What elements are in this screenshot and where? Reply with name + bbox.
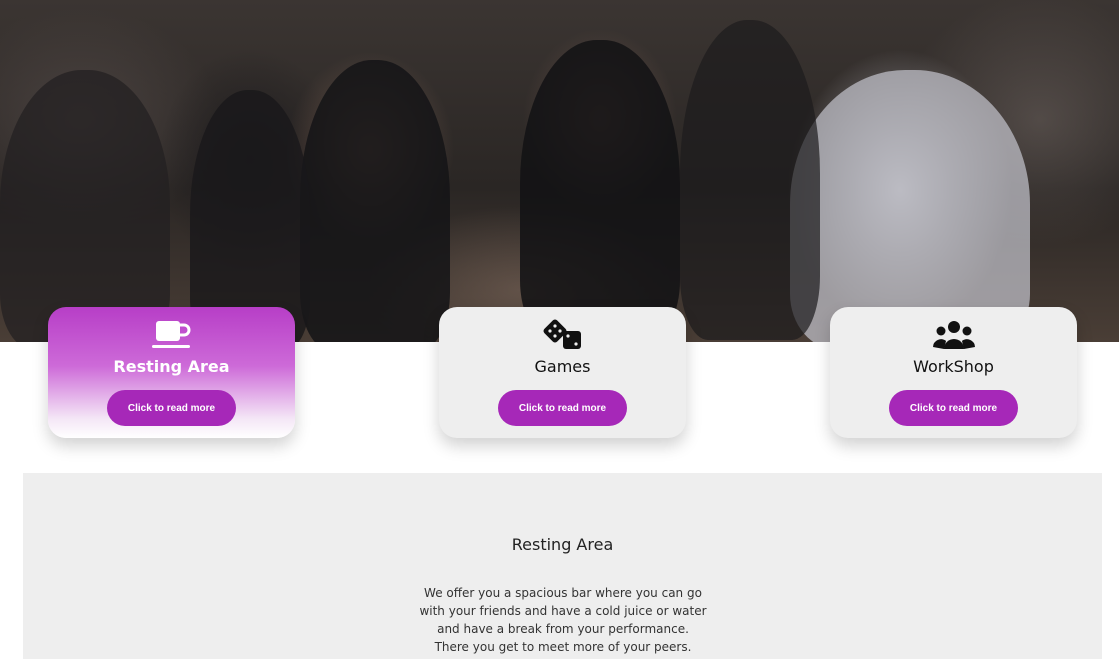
users-group-icon xyxy=(932,321,975,349)
panel-description: We offer you a spacious bar where you ca… xyxy=(403,584,723,656)
page: Resting Area Click to read more Games Cl… xyxy=(0,0,1119,659)
info-panel: Resting Area We offer you a spacious bar… xyxy=(23,473,1102,659)
card-workshop[interactable]: WorkShop Click to read more xyxy=(830,307,1077,438)
card-title: Games xyxy=(534,357,591,376)
panel-text-line: and have a break from your performance. xyxy=(437,622,689,636)
card-title: Resting Area xyxy=(113,357,230,376)
dice-icon xyxy=(543,319,581,349)
panel-text-line: We offer you a spacious bar where you ca… xyxy=(424,586,702,600)
dancer-figure xyxy=(190,90,310,342)
read-more-button[interactable]: Click to read more xyxy=(107,390,236,426)
dancer-figure xyxy=(520,40,680,340)
dancer-figure xyxy=(300,60,450,342)
panel-title: Resting Area xyxy=(511,535,614,554)
coffee-cup-icon xyxy=(151,321,190,348)
audience-figure xyxy=(0,70,170,342)
panel-text-line: There you get to meet more of your peers… xyxy=(434,640,692,654)
card-title: WorkShop xyxy=(913,357,994,376)
hero-photo xyxy=(0,0,1119,342)
card-resting-area[interactable]: Resting Area Click to read more xyxy=(48,307,295,438)
read-more-button[interactable]: Click to read more xyxy=(498,390,627,426)
dancer-figure xyxy=(790,70,1030,342)
audience-figure xyxy=(680,20,820,340)
read-more-button[interactable]: Click to read more xyxy=(889,390,1018,426)
card-games[interactable]: Games Click to read more xyxy=(439,307,686,438)
panel-text-line: with your friends and have a cold juice … xyxy=(419,604,707,618)
